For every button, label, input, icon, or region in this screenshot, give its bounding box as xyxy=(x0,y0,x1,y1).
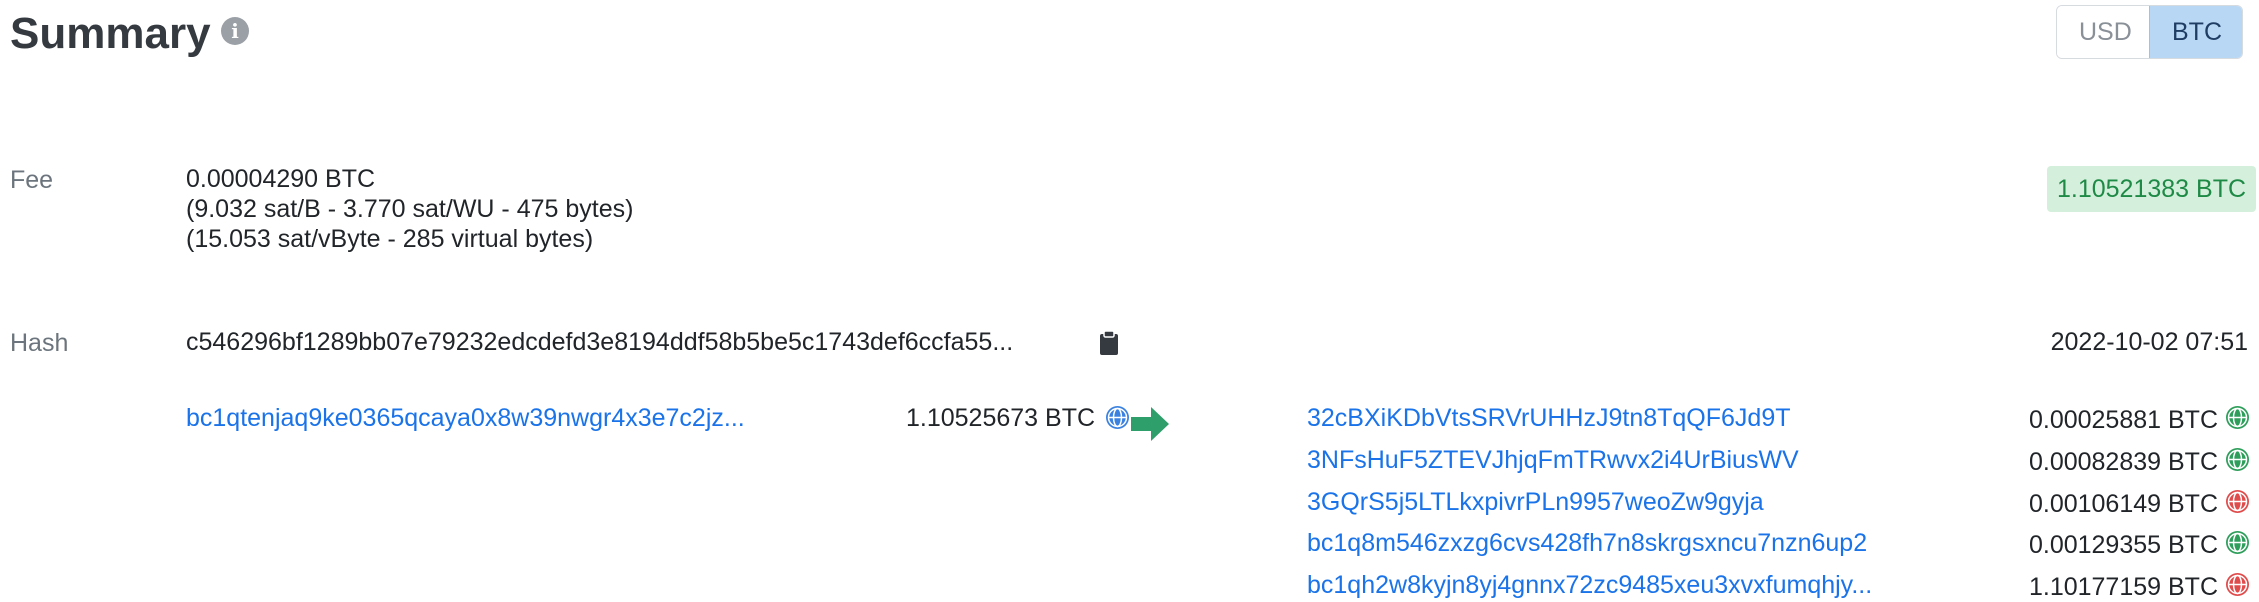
output-amount: 1.10177159 BTC xyxy=(2028,573,2218,601)
currency-btc-button[interactable]: BTC xyxy=(2149,6,2242,58)
output-amount: 0.00025881 BTC xyxy=(2028,406,2218,434)
fee-rate: (9.032 sat/B - 3.770 sat/WU - 475 bytes) xyxy=(186,195,634,223)
output-amount: 0.00129355 BTC xyxy=(2028,531,2218,559)
output-address[interactable]: bc1q8m546zxzg6cvs428fh7n8skrgsxncu7nzn6u… xyxy=(1307,529,1867,558)
fee-value: 0.00004290 BTC (9.032 sat/B - 3.770 sat/… xyxy=(186,164,633,254)
clipboard-icon[interactable] xyxy=(1099,330,1119,361)
input-address[interactable]: bc1qtenjaq9ke0365qcaya0x8w39nwgr4x3e7c2j… xyxy=(186,404,745,433)
currency-usd-button[interactable]: USD xyxy=(2057,6,2149,58)
output-address[interactable]: 3NFsHuF5ZTEVJhjqFmTRwvx2i4UrBiusWV xyxy=(1307,446,1799,475)
info-icon[interactable]: i xyxy=(221,17,249,45)
globe-icon[interactable] xyxy=(2226,490,2249,513)
arrow-right-icon xyxy=(1131,405,1171,448)
hash-value: c546296bf1289bb07e79232edcdefd3e8194ddf5… xyxy=(186,328,1014,356)
globe-icon[interactable] xyxy=(2226,448,2249,471)
fee-btc: 0.00004290 BTC xyxy=(186,165,376,193)
total-output-badge: 1.10521383 BTC xyxy=(2047,166,2257,212)
output-address[interactable]: 3GQrS5j5LTLkxpivrPLn9957weoZw9gyja xyxy=(1307,488,1764,517)
output-amount: 0.00106149 BTC xyxy=(2028,490,2218,518)
hash-timestamp: 2022-10-02 07:51 xyxy=(2050,328,2248,356)
output-amount: 0.00082839 BTC xyxy=(2028,448,2218,476)
input-amount: 1.10525673 BTC xyxy=(906,404,1096,432)
output-address[interactable]: bc1qh2w8kyjn8yj4gnnx72zc9485xeu3xvxfumqh… xyxy=(1307,571,1872,600)
currency-toggle[interactable]: USD BTC xyxy=(2056,5,2243,59)
page-title: Summary xyxy=(10,9,211,58)
globe-icon[interactable] xyxy=(2226,531,2249,554)
globe-icon[interactable] xyxy=(2226,573,2249,596)
hash-label: Hash xyxy=(10,329,69,357)
globe-icon[interactable] xyxy=(1106,406,1129,429)
output-address[interactable]: 32cBXiKDbVtsSRVrUHHzJ9tn8TqQF6Jd9T xyxy=(1307,404,1791,433)
globe-icon[interactable] xyxy=(2226,406,2249,429)
fee-label: Fee xyxy=(10,166,54,194)
fee-vbyte: (15.053 sat/vByte - 285 virtual bytes) xyxy=(186,225,594,253)
